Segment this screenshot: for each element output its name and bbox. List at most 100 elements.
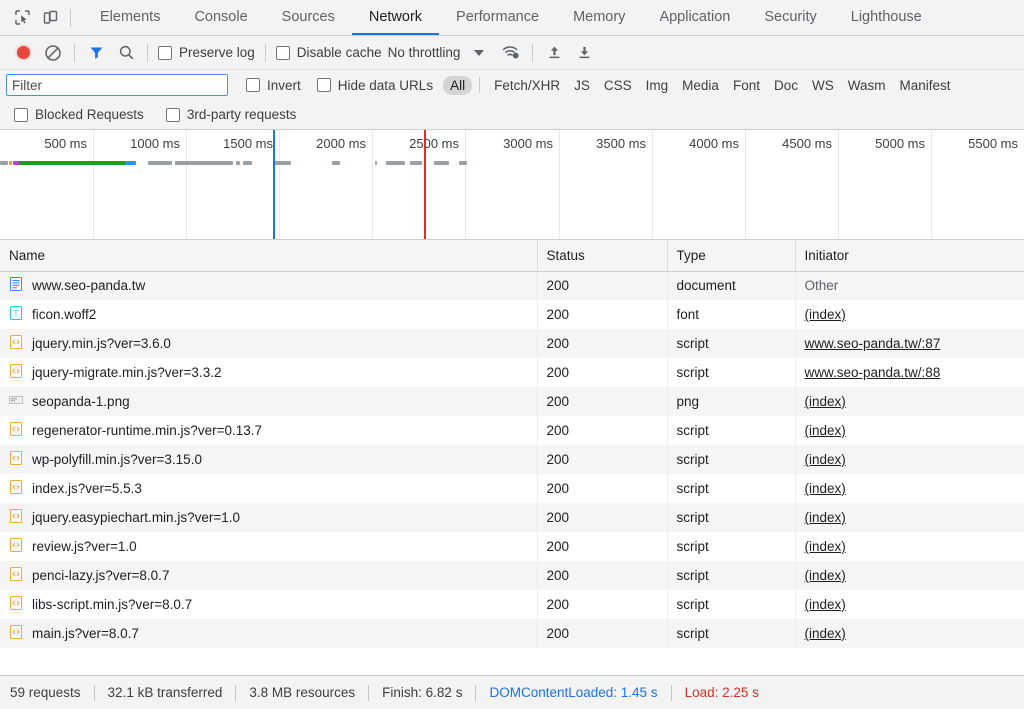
initiator-link[interactable]: (index): [805, 394, 846, 409]
type-filter-media[interactable]: Media: [675, 76, 726, 95]
search-button[interactable]: [111, 39, 141, 67]
disable-cache-checkbox[interactable]: Disable cache: [272, 45, 386, 60]
table-row[interactable]: libs-script.min.js?ver=8.0.7 200 script (in…: [0, 590, 1024, 619]
blocked-requests-box: [14, 107, 28, 122]
type-filter-js[interactable]: JS: [567, 76, 597, 95]
column-header-initiator[interactable]: Initiator: [795, 240, 1024, 272]
record-icon: [16, 46, 30, 59]
type-filter-all[interactable]: All: [443, 75, 473, 95]
tab-performance[interactable]: Performance: [439, 0, 556, 35]
cell-initiator: (index): [795, 503, 1024, 532]
initiator-link[interactable]: (index): [805, 510, 846, 525]
table-row[interactable]: penci-lazy.js?ver=8.0.7 200 script (index): [0, 561, 1024, 590]
requests-table-container[interactable]: Name Status Type Initiator www.seo-panda…: [0, 240, 1024, 675]
import-har-button[interactable]: [539, 39, 569, 67]
tab-application[interactable]: Application: [642, 0, 747, 35]
cell-initiator: (index): [795, 300, 1024, 329]
cell-initiator: (index): [795, 416, 1024, 445]
cell-type: script: [667, 590, 796, 619]
tab-lighthouse[interactable]: Lighthouse: [834, 0, 939, 35]
type-filter-manifest[interactable]: Manifest: [892, 76, 957, 95]
initiator-link[interactable]: (index): [805, 626, 846, 641]
table-row[interactable]: main.js?ver=8.0.7 200 script (index): [0, 619, 1024, 648]
type-filter-wasm[interactable]: Wasm: [841, 76, 893, 95]
table-row[interactable]: jquery-migrate.min.js?ver=3.3.2 200 script…: [0, 358, 1024, 387]
export-har-button[interactable]: [569, 39, 599, 67]
table-row[interactable]: index.js?ver=5.5.3 200 script (index): [0, 474, 1024, 503]
tab-sources[interactable]: Sources: [265, 0, 352, 35]
request-name: review.js?ver=1.0: [32, 539, 137, 554]
tab-network[interactable]: Network: [351, 0, 440, 35]
filter-input[interactable]: [6, 74, 228, 96]
device-toolbar-icon[interactable]: [36, 4, 64, 32]
tab-label: Lighthouse: [850, 8, 922, 25]
overview-gridline: [745, 130, 746, 239]
filter-toggle-button[interactable]: [81, 39, 111, 67]
type-filter-img[interactable]: Img: [639, 76, 676, 95]
cell-initiator: (index): [795, 445, 1024, 474]
cell-status: 200: [537, 561, 668, 590]
initiator-link[interactable]: (index): [805, 597, 846, 612]
record-button[interactable]: [8, 39, 38, 67]
network-overview-timeline[interactable]: 500 ms 1000 ms 1500 ms 2000 ms 2500 ms 3000 m…: [0, 130, 1024, 240]
third-party-requests-checkbox[interactable]: 3rd-party requests: [162, 107, 301, 122]
initiator-link[interactable]: (index): [805, 568, 846, 583]
table-row[interactable]: review.js?ver=1.0 200 script (index): [0, 532, 1024, 561]
invert-checkbox[interactable]: Invert: [242, 78, 305, 93]
preserve-log-label: Preserve log: [179, 45, 255, 60]
initiator-link[interactable]: (index): [805, 423, 846, 438]
type-filter-ws[interactable]: WS: [805, 76, 841, 95]
initiator-link[interactable]: (index): [805, 539, 846, 554]
table-row[interactable]: jquery.easypiechart.min.js?ver=1.0 200 scr…: [0, 503, 1024, 532]
tabstrip-tool-icons: [0, 0, 83, 35]
inspect-element-icon[interactable]: [8, 4, 36, 32]
table-row[interactable]: regenerator-runtime.min.js?ver=0.13.7 200…: [0, 416, 1024, 445]
column-header-type[interactable]: Type: [667, 240, 796, 272]
blocked-requests-checkbox[interactable]: Blocked Requests: [10, 107, 148, 122]
network-conditions-button[interactable]: [496, 39, 526, 67]
cell-status: 200: [537, 445, 668, 474]
type-filter-font[interactable]: Font: [726, 76, 767, 95]
initiator-link[interactable]: (index): [805, 452, 846, 467]
chevron-down-icon[interactable]: [474, 49, 485, 56]
cell-name: jquery-migrate.min.js?ver=3.3.2: [0, 358, 538, 387]
cell-status: 200: [537, 619, 668, 648]
overview-tick-label: 1500 ms: [223, 136, 273, 151]
tab-memory[interactable]: Memory: [556, 0, 642, 35]
table-row[interactable]: jquery.min.js?ver=3.6.0 200 script www.seo-…: [0, 329, 1024, 358]
preserve-log-checkbox[interactable]: Preserve log: [154, 45, 259, 60]
type-filter-css[interactable]: CSS: [597, 76, 639, 95]
tab-console[interactable]: Console: [177, 0, 264, 35]
type-filter-doc[interactable]: Doc: [767, 76, 805, 95]
overview-gridline: [652, 130, 653, 239]
cell-status: 200: [537, 474, 668, 503]
initiator-link[interactable]: (index): [805, 307, 846, 322]
initiator-link[interactable]: (index): [805, 481, 846, 496]
initiator-link[interactable]: www.seo-panda.tw/:88: [805, 365, 941, 380]
status-divider-4: [475, 684, 477, 701]
table-row[interactable]: wp-polyfill.min.js?ver=3.15.0 200 script (i…: [0, 445, 1024, 474]
overview-tick-label: 5000 ms: [875, 136, 925, 151]
clear-button[interactable]: [38, 39, 68, 67]
load-event-marker: [424, 130, 426, 239]
throttling-select[interactable]: No throttling: [386, 45, 461, 60]
column-header-name[interactable]: Name: [0, 240, 538, 272]
table-row[interactable]: Tficon.woff2 200 font (index): [0, 300, 1024, 329]
table-row[interactable]: seopanda-1.png 200 png (index): [0, 387, 1024, 416]
hide-data-urls-checkbox[interactable]: Hide data URLs: [313, 78, 437, 93]
tab-elements[interactable]: Elements: [83, 0, 177, 35]
overview-tick-label: 4500 ms: [782, 136, 832, 151]
column-header-status[interactable]: Status: [537, 240, 668, 272]
image-file-icon: [9, 393, 23, 410]
finish-time: Finish: 6.82 s: [382, 685, 463, 700]
initiator-link[interactable]: www.seo-panda.tw/:87: [805, 336, 941, 351]
requests-table-body: www.seo-panda.tw 200 document Other Tficon.w…: [0, 271, 1024, 648]
devtools-window: Elements Console Sources Network Perform…: [0, 0, 1024, 709]
table-row[interactable]: www.seo-panda.tw 200 document Other: [0, 271, 1024, 300]
request-name: jquery-migrate.min.js?ver=3.3.2: [32, 365, 222, 380]
initiator-text: Other: [804, 278, 839, 294]
tab-security[interactable]: Security: [747, 0, 833, 35]
type-filter-fetch-xhr[interactable]: Fetch/XHR: [487, 76, 567, 95]
cell-initiator: Other: [795, 271, 1024, 300]
script-file-icon: [9, 422, 23, 439]
